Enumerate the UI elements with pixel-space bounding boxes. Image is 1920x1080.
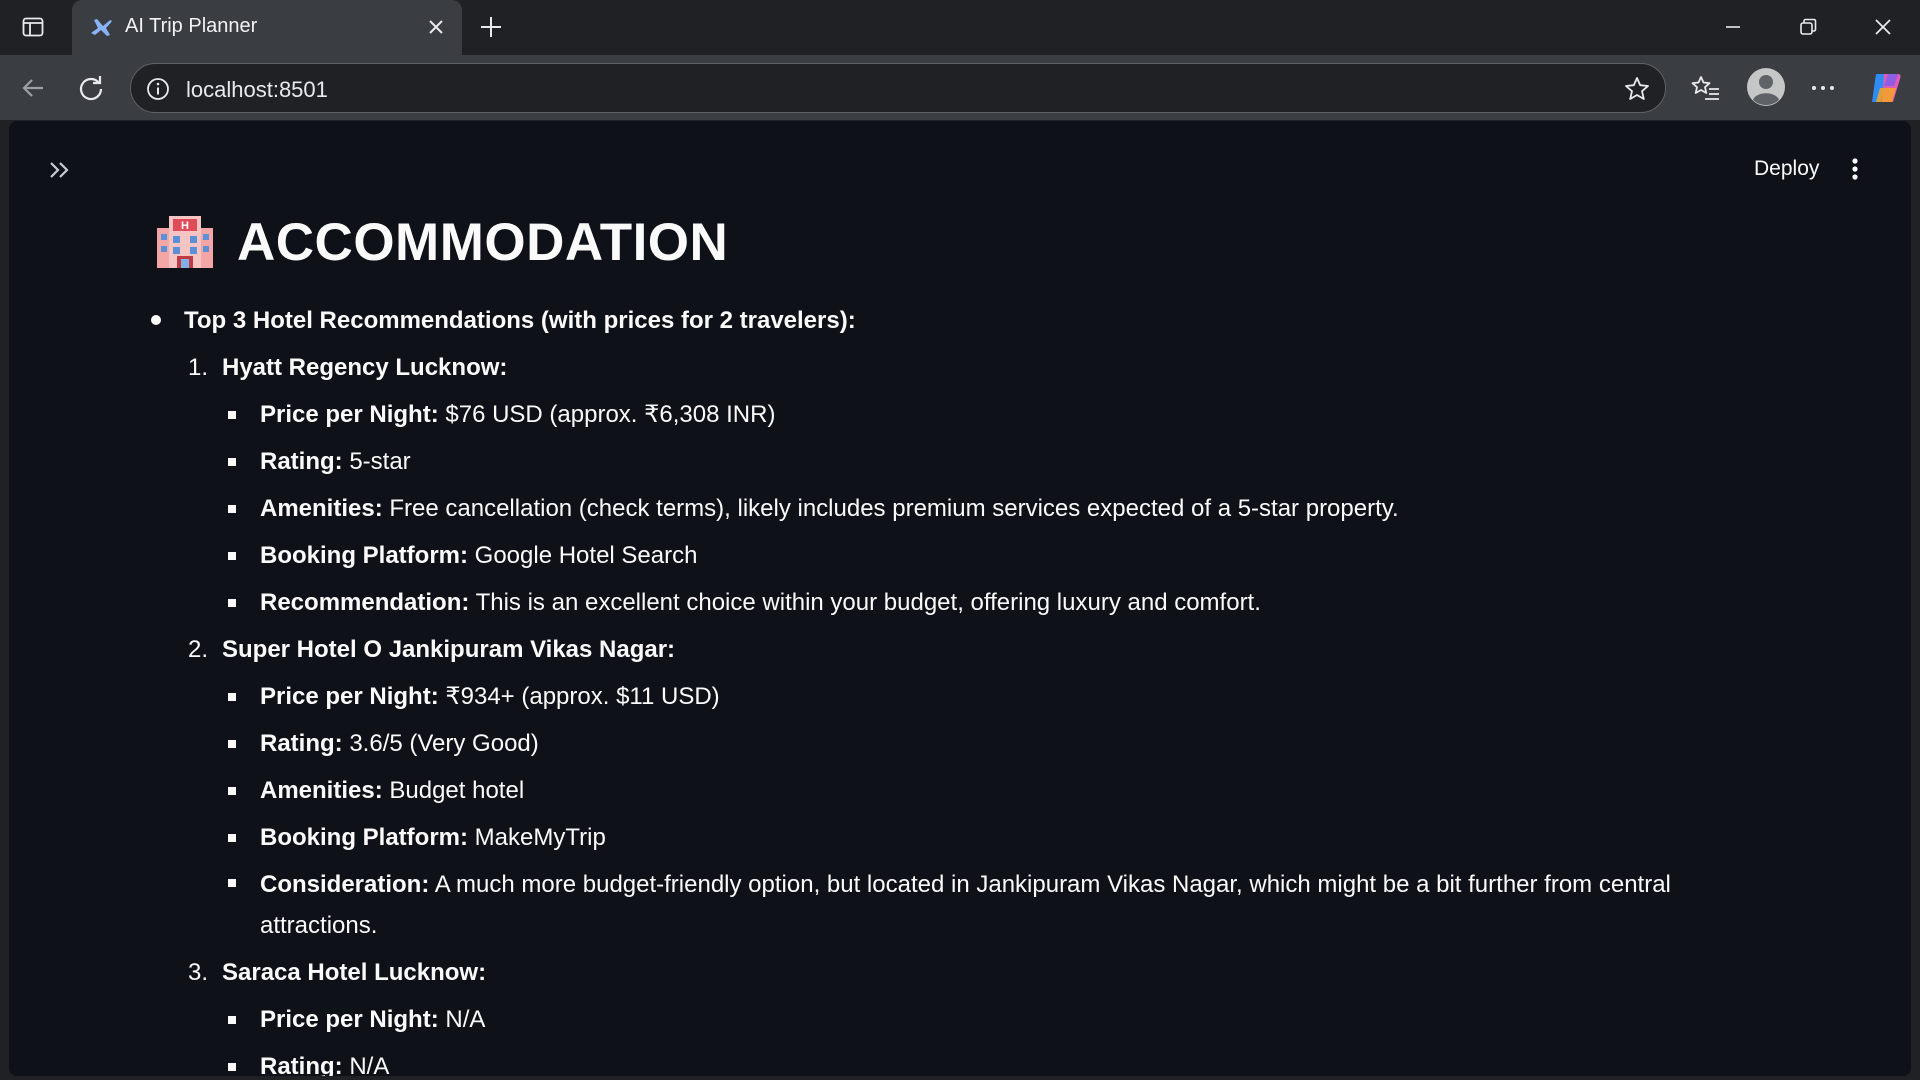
site-info-icon[interactable] <box>145 76 171 102</box>
detail-value: Google Hotel Search <box>468 542 698 569</box>
new-tab-icon[interactable] <box>476 12 506 42</box>
hotel-item: 1. Hyatt Regency Lucknow: Price per Nigh… <box>184 344 1747 626</box>
hotel-item: 2. Super Hotel O Jankipuram Vikas Nagar:… <box>184 626 1747 949</box>
expand-sidebar-icon[interactable] <box>45 155 75 185</box>
detail-item: Price per Night: $76 USD (approx. ₹6,308… <box>222 391 1747 438</box>
hotel-name: Super Hotel O Jankipuram Vikas Nagar: <box>222 636 676 663</box>
main-content: H ACCOMMODATION Top 3 Hotel Recommendati… <box>147 205 1747 1076</box>
browser-tab-strip: AI Trip Planner <box>0 0 1920 55</box>
detail-item: Consideration: A much more budget-friend… <box>222 861 1747 949</box>
detail-value: 5-star <box>342 448 411 475</box>
detail-item: Rating: 3.6/5 (Very Good) <box>222 720 1747 767</box>
minimize-icon[interactable] <box>1718 12 1748 42</box>
hotel-number: 1. <box>188 354 209 381</box>
recommendations-intro: Top 3 Hotel Recommendations (with prices… <box>184 307 856 334</box>
detail-value: Free cancellation (check terms), likely … <box>382 495 1399 522</box>
more-options-icon[interactable] <box>1806 71 1840 105</box>
close-window-icon[interactable] <box>1868 12 1898 42</box>
favorites-icon[interactable] <box>1689 71 1723 105</box>
hotel-number: 3. <box>188 959 209 986</box>
close-tab-icon[interactable] <box>424 15 448 39</box>
deploy-button[interactable]: Deploy <box>1744 151 1829 187</box>
detail-item: Booking Platform: MakeMyTrip <box>222 814 1747 861</box>
page-title: ACCOMMODATION <box>237 212 729 272</box>
detail-label: Price per Night: <box>260 1006 439 1033</box>
hotel-item: 3. Saraca Hotel Lucknow: Price per Night… <box>184 949 1747 1076</box>
recommendations-intro-item: Top 3 Hotel Recommendations (with prices… <box>147 297 1747 1076</box>
detail-item: Amenities: Free cancellation (check term… <box>222 485 1747 532</box>
address-bar[interactable]: localhost:8501 <box>130 63 1666 113</box>
detail-item: Rating: 5-star <box>222 438 1747 485</box>
detail-label: Booking Platform: <box>260 542 468 569</box>
hotel-name: Hyatt Regency Lucknow: <box>222 354 508 381</box>
detail-label: Recommendation: <box>260 589 470 616</box>
hotel-icon: H <box>155 214 215 270</box>
detail-label: Booking Platform: <box>260 824 468 851</box>
tab-ai-trip-planner[interactable]: AI Trip Planner <box>72 0 462 55</box>
page-heading: H ACCOMMODATION <box>147 205 1747 279</box>
detail-label: Rating: <box>260 730 343 757</box>
detail-item: Amenities: Budget hotel <box>222 767 1747 814</box>
detail-item: Booking Platform: Google Hotel Search <box>222 532 1747 579</box>
reload-icon[interactable] <box>74 71 108 105</box>
detail-label: Price per Night: <box>260 401 439 428</box>
hotel-details: Price per Night: N/A Rating: N/A <box>222 996 1747 1076</box>
detail-value: MakeMyTrip <box>468 824 606 851</box>
hotel-details: Price per Night: ₹934+ (approx. $11 USD)… <box>222 673 1747 949</box>
detail-value: 3.6/5 (Very Good) <box>342 730 539 757</box>
back-icon[interactable] <box>16 71 50 105</box>
detail-label: Price per Night: <box>260 683 439 710</box>
restore-icon[interactable] <box>1793 12 1823 42</box>
svg-text:H: H <box>181 220 189 232</box>
recommendations-list: Top 3 Hotel Recommendations (with prices… <box>147 297 1747 1076</box>
hotel-number: 2. <box>188 636 209 663</box>
browser-toolbar: localhost:8501 <box>0 55 1920 120</box>
detail-label: Rating: <box>260 1053 343 1076</box>
detail-label: Amenities: <box>260 495 383 522</box>
detail-value: ₹934+ (approx. $11 USD) <box>438 683 720 710</box>
tab-title: AI Trip Planner <box>125 15 258 37</box>
detail-item: Price per Night: N/A <box>222 996 1747 1043</box>
hotel-name: Saraca Hotel Lucknow: <box>222 959 487 986</box>
detail-item: Price per Night: ₹934+ (approx. $11 USD) <box>222 673 1747 720</box>
hotel-details: Price per Night: $76 USD (approx. ₹6,308… <box>222 391 1747 626</box>
detail-item: Rating: N/A <box>222 1043 1747 1076</box>
detail-value: $76 USD (approx. ₹6,308 INR) <box>438 401 776 428</box>
main-menu-icon[interactable] <box>1849 154 1861 184</box>
tab-actions-icon[interactable] <box>16 12 50 42</box>
detail-label: Rating: <box>260 448 343 475</box>
url-text: localhost:8501 <box>186 77 328 102</box>
airplane-icon <box>88 14 114 40</box>
detail-label: Consideration: <box>260 871 430 898</box>
detail-value: A much more budget-friendly option, but … <box>260 871 1671 939</box>
detail-item: Recommendation: This is an excellent cho… <box>222 579 1747 626</box>
detail-value: N/A <box>438 1006 486 1033</box>
detail-value: Budget hotel <box>382 777 525 804</box>
detail-label: Amenities: <box>260 777 383 804</box>
detail-value: N/A <box>342 1053 390 1076</box>
profile-avatar-icon[interactable] <box>1746 67 1786 107</box>
favorite-star-icon[interactable] <box>1623 75 1651 103</box>
detail-value: This is an excellent choice within your … <box>469 589 1261 616</box>
copilot-icon[interactable] <box>1866 68 1906 108</box>
hotel-list: 1. Hyatt Regency Lucknow: Price per Nigh… <box>184 344 1747 1076</box>
app-viewport: Deploy H ACCOMMODATION Top 3 Hotel Recom… <box>9 121 1911 1076</box>
